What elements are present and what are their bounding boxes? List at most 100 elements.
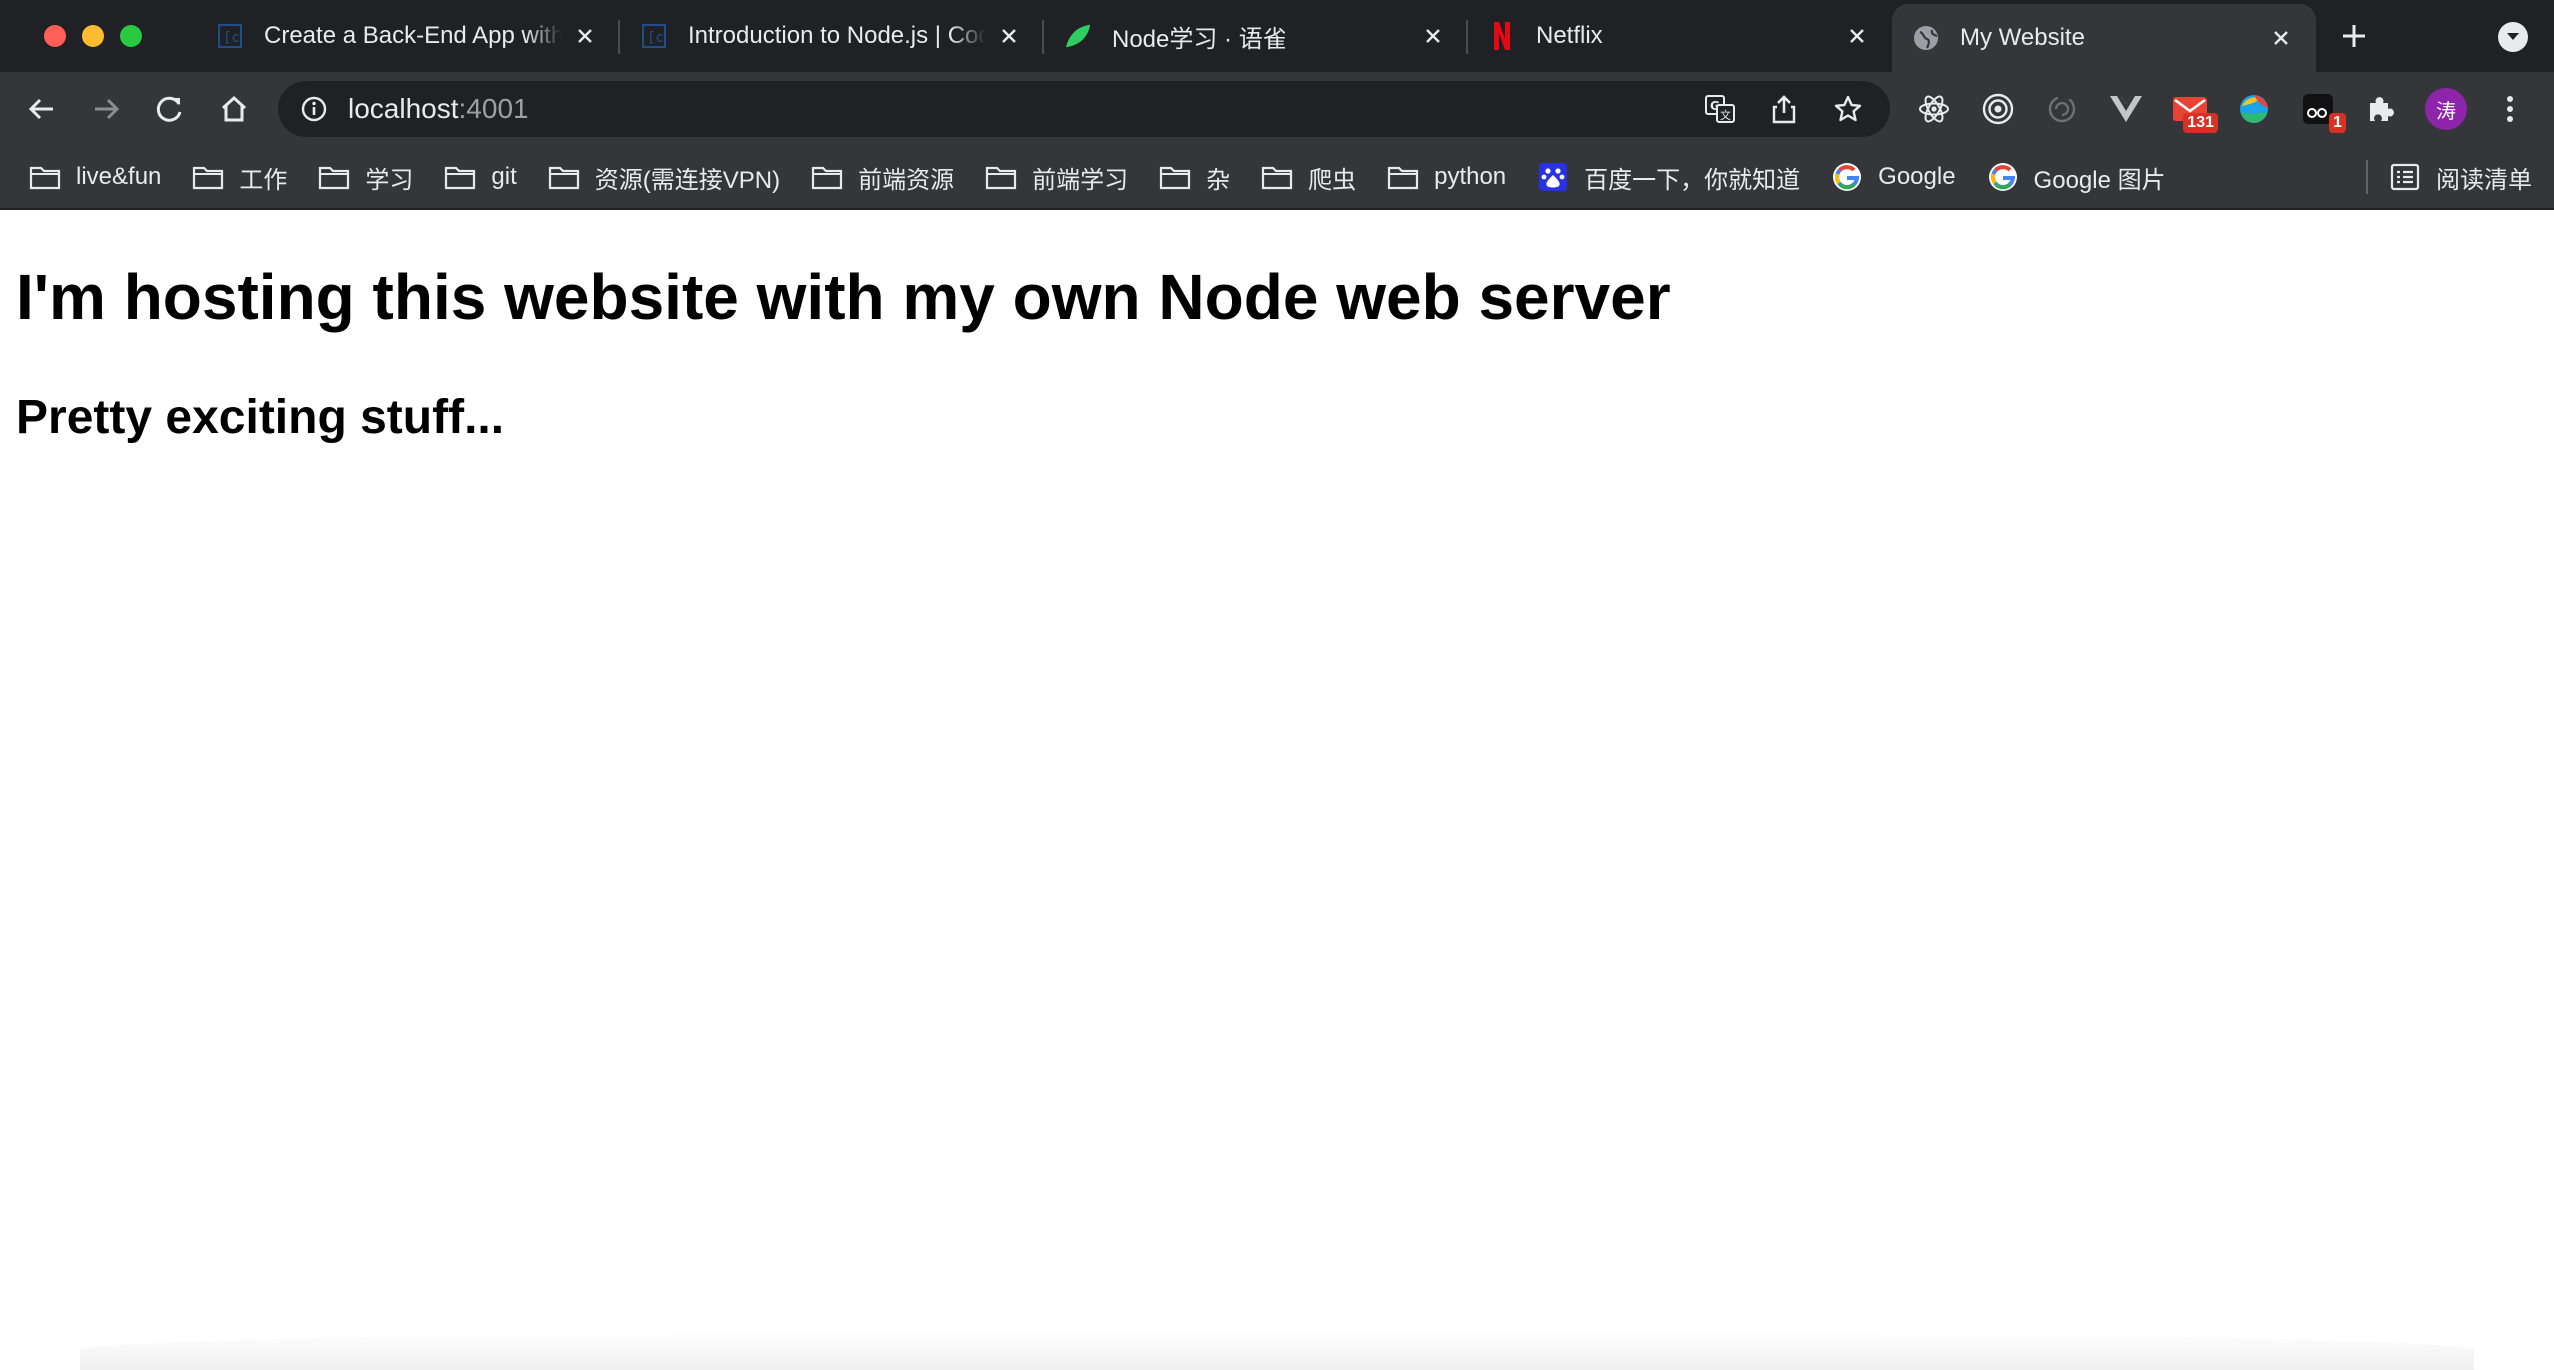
browser-toolbar: localhost:4001 G文 131 1 涛 <box>0 72 2554 146</box>
svg-text:[c: [c <box>223 30 240 46</box>
codecademy-icon: [c <box>216 22 244 50</box>
bookmark-google[interactable]: Google <box>1830 163 1956 191</box>
svg-text:[c: [c <box>647 30 664 46</box>
tab-title: My Website <box>1960 24 2085 51</box>
close-icon[interactable] <box>2266 23 2296 53</box>
share-icon[interactable] <box>1762 87 1806 131</box>
page-heading: I'm hosting this website with my own Nod… <box>16 261 1671 333</box>
url-host: localhost <box>348 93 459 124</box>
target-extension-icon[interactable] <box>1972 83 2024 135</box>
tab-yuque-node[interactable]: Node学习 · 语雀 <box>1044 0 1468 72</box>
bookmark-baidu[interactable]: 百度一下，你就知道 <box>1536 160 1800 195</box>
tab-title: Netflix <box>1536 22 1603 49</box>
tab-title: Introduction to Node.js | Codecademy <box>688 22 986 49</box>
tab-netflix[interactable]: Netflix <box>1468 0 1892 72</box>
folder-icon <box>443 163 477 191</box>
back-button[interactable] <box>16 83 68 135</box>
home-button[interactable] <box>208 83 260 135</box>
bookmark-label: python <box>1434 163 1507 190</box>
puzzle-icon[interactable] <box>2356 83 2408 135</box>
bookmark-label: 资源(需连接VPN) <box>594 166 781 194</box>
close-icon[interactable] <box>1418 21 1448 51</box>
bookmark-label: 杂 <box>1206 166 1231 194</box>
bookmark-folder-live-fun[interactable]: live&fun <box>28 163 161 191</box>
bookmark-label: 百度一下，你就知道 <box>1584 166 1801 194</box>
new-tab-button[interactable] <box>2324 0 2384 72</box>
reload-icon <box>156 96 182 122</box>
globe-icon <box>1912 24 1940 52</box>
reading-list-button[interactable]: 阅读清单 <box>2366 146 2532 208</box>
bookmark-folder-misc[interactable]: 杂 <box>1158 160 1230 195</box>
plus-icon <box>2343 25 2365 47</box>
bookmark-label: 前端资源 <box>858 166 955 194</box>
home-icon <box>221 95 247 122</box>
bookmark-folder-resources-vpn[interactable]: 资源(需连接VPN) <box>547 160 780 195</box>
bookmark-folder-python[interactable]: python <box>1386 163 1506 191</box>
bookmark-label: live&fun <box>76 163 162 190</box>
tab-codecademy-backend[interactable]: [c Create a Back-End App with <box>196 0 620 72</box>
bookmark-folder-crawler[interactable]: 爬虫 <box>1260 160 1356 195</box>
mail-badge: 131 <box>2183 113 2218 133</box>
arrow-left-icon <box>28 98 53 120</box>
colorful-extension-icon[interactable] <box>2228 83 2280 135</box>
close-icon[interactable] <box>994 21 1024 51</box>
reading-list-label: 阅读清单 <box>2436 166 2532 194</box>
yuque-icon <box>1064 22 1092 50</box>
profile-button[interactable]: 涛 <box>2420 83 2472 135</box>
folder-icon <box>317 163 351 191</box>
folder-icon <box>984 163 1018 191</box>
react-devtools-icon[interactable] <box>1908 83 1960 135</box>
google-icon <box>1830 163 1864 191</box>
bookmark-label: 前端学习 <box>1032 166 1129 194</box>
bookmark-folder-work[interactable]: 工作 <box>191 160 287 195</box>
tab-title: Node学习 · 语雀 <box>1112 25 1287 53</box>
forward-button[interactable] <box>80 83 132 135</box>
close-icon[interactable] <box>1842 21 1872 51</box>
netflix-icon <box>1488 22 1516 50</box>
address-bar[interactable]: localhost:4001 G文 <box>278 81 1890 137</box>
url-text[interactable]: localhost:4001 <box>348 93 1698 125</box>
chevron-down-icon <box>2507 33 2519 40</box>
extensions-area: 131 1 涛 <box>1908 83 2536 135</box>
close-icon[interactable] <box>570 21 600 51</box>
folder-icon <box>191 163 225 191</box>
translate-icon[interactable]: G文 <box>1698 87 1742 131</box>
folder-icon <box>810 163 844 191</box>
bookmarks-bar: live&fun 工作 学习 git 资源(需连接VPN) 前端资源 前端学习 … <box>0 146 2554 210</box>
reload-button[interactable] <box>144 83 196 135</box>
arrow-right-icon <box>95 98 120 120</box>
info-icon[interactable] <box>298 93 330 125</box>
window-close-button[interactable] <box>44 25 66 47</box>
bookmark-folder-frontend-study[interactable]: 前端学习 <box>984 160 1128 195</box>
bookmark-folder-git[interactable]: git <box>443 163 517 191</box>
vue-devtools-icon[interactable] <box>2100 83 2152 135</box>
folder-icon <box>1260 163 1294 191</box>
tab-search-button[interactable] <box>2498 22 2528 52</box>
mail-extension-icon[interactable]: 131 <box>2164 83 2218 135</box>
bookmark-label: git <box>491 163 517 190</box>
extension-badge: 1 <box>2329 113 2346 133</box>
folder-icon <box>1158 163 1192 191</box>
tab-intro-nodejs[interactable]: [c Introduction to Node.js | Codecademy <box>620 0 1044 72</box>
bookmark-folder-study[interactable]: 学习 <box>317 160 413 195</box>
page-content: I'm hosting this website with my own Nod… <box>0 212 2554 1370</box>
avatar: 涛 <box>2425 88 2467 130</box>
bookmark-folder-frontend-resources[interactable]: 前端资源 <box>810 160 954 195</box>
folder-icon <box>1386 163 1420 191</box>
tab-my-website[interactable]: My Website <box>1892 4 2316 72</box>
bookmark-label: Google <box>1878 163 1956 190</box>
refresh-extension-icon[interactable] <box>2036 83 2088 135</box>
reading-list-icon <box>2390 162 2420 192</box>
codecademy-icon: [c <box>640 22 668 50</box>
bookmark-label: 学习 <box>365 166 414 194</box>
bookmark-google-images[interactable]: Google 图片 <box>1986 160 2166 195</box>
page-subheading: Pretty exciting stuff... <box>16 391 505 444</box>
google-icon <box>1986 163 2020 191</box>
window-maximize-button[interactable] <box>120 25 142 47</box>
folder-icon <box>547 163 581 191</box>
window-minimize-button[interactable] <box>82 25 104 47</box>
menu-button[interactable] <box>2484 83 2536 135</box>
bookmark-star-icon[interactable] <box>1826 87 1870 131</box>
github-extension-icon[interactable]: 1 <box>2292 83 2346 135</box>
baidu-icon <box>1536 163 1570 191</box>
